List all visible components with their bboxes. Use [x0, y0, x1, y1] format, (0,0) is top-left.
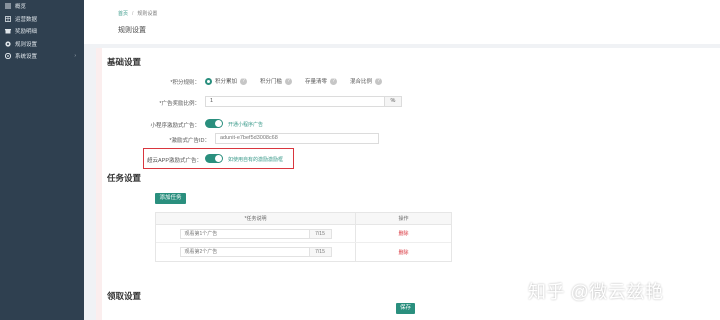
help-icon[interactable]: ? — [330, 77, 338, 85]
table-row: 观看第2个广告 7/15 删除 — [156, 243, 451, 261]
task-name-input[interactable]: 观看第1个广告 — [179, 228, 310, 239]
help-icon[interactable]: ? — [375, 77, 383, 85]
mini-program-ad-toggle[interactable] — [205, 119, 223, 128]
reward-ratio-unit: % — [384, 96, 402, 107]
radio-label: 积分累加 — [215, 79, 238, 85]
sidebar-item-label: 奖励明细 — [15, 29, 38, 36]
settings-icon — [5, 41, 11, 47]
table-row: 观看第1个广告 7/15 删除 — [156, 225, 451, 243]
sidebar-item-label: 规则设置 — [15, 41, 38, 48]
section-title-basic: 基础设置 — [107, 57, 142, 67]
radio-option-accumulate[interactable]: 积分累加 ? — [205, 77, 248, 85]
sidebar-item-rewards[interactable]: 奖励明细 — [0, 25, 84, 38]
radio-label: 积分门槛 — [260, 79, 283, 85]
task-table: *任务说明 操作 观看第1个广告 7/15 删除 观看第2个广告 7/15 删除 — [155, 212, 452, 262]
add-task-button[interactable]: 添加任务 — [155, 193, 186, 204]
action-cell: 删除 — [356, 243, 451, 261]
sidebar-item-label: 系统设置 — [15, 54, 38, 61]
radio-label: 混合比例 — [350, 79, 373, 85]
radio-selected-icon[interactable] — [205, 77, 212, 85]
page-title: 规则设置 — [118, 27, 146, 34]
radio-option-clear[interactable]: 存量清零 ? — [305, 77, 338, 85]
sidebar-item-system[interactable]: 系统设置 › — [0, 50, 84, 63]
toggle-knob — [215, 155, 222, 162]
sidebar-item-label: 运营数据 — [15, 16, 38, 23]
ad-unit-input[interactable]: adunit-e7bef5d3008c68 — [215, 133, 379, 144]
radio-option-mixed[interactable]: 混合比例 ? — [350, 77, 383, 85]
section-title-tasks: 任务设置 — [107, 173, 142, 183]
breadcrumb: 首页 / 规则设置 — [118, 10, 157, 17]
column-header-action: 操作 — [398, 216, 409, 222]
sidebar-item-operations[interactable]: 运营数据 — [0, 13, 84, 26]
mini-program-ad-hint: 开通小程序广告 — [228, 122, 264, 128]
table-icon — [5, 15, 11, 22]
sidebar-item-rules[interactable]: 规则设置 — [0, 38, 84, 51]
char-count: 7/15 — [309, 228, 332, 239]
chevron-right-icon: › — [74, 53, 76, 60]
task-name-input[interactable]: 观看第2个广告 — [179, 247, 310, 257]
radio-label: 存量清零 — [305, 79, 328, 85]
radio-option-threshold[interactable]: 积分门槛 ? — [260, 77, 293, 85]
column-header-task: *任务说明 — [156, 213, 356, 224]
app-ad-hint: 如使用自有的激励激励框 — [228, 157, 284, 163]
sidebar: 概览 运营数据 奖励明细 规则设置 系统设置 › — [0, 0, 84, 320]
content-side-strip — [96, 48, 102, 320]
reward-ratio-label: *广告奖励比例： — [159, 101, 200, 107]
app-ad-toggle[interactable] — [205, 154, 223, 163]
breadcrumb-home-link[interactable]: 首页 — [118, 11, 128, 17]
points-rule-radio-group: 积分累加 ? 积分门槛 ? 存量清零 ? 混合比例 ? — [205, 77, 395, 85]
breadcrumb-separator: / — [132, 11, 134, 17]
page-header: 首页 / 规则设置 规则设置 — [84, 0, 720, 44]
sidebar-item-label: 概览 — [15, 4, 27, 11]
list-icon — [5, 3, 11, 9]
task-cell: 观看第1个广告 7/15 — [156, 225, 356, 242]
app-ad-label: 超云APP激励式广告： — [146, 158, 202, 164]
help-icon[interactable]: ? — [285, 77, 293, 85]
mini-program-ad-label: 小程序激励式广告： — [150, 123, 200, 129]
toggle-knob — [215, 120, 222, 127]
table-header: *任务说明 操作 — [156, 213, 451, 225]
delete-link[interactable]: 删除 — [398, 249, 408, 256]
points-rule-label: *积分规则： — [170, 80, 200, 86]
sidebar-item-overview[interactable]: 概览 — [0, 0, 84, 13]
watermark-text: 知乎 @微云兹艳 — [528, 282, 664, 302]
delete-link[interactable]: 删除 — [398, 230, 408, 237]
gift-icon — [5, 28, 11, 34]
system-icon — [5, 53, 11, 60]
breadcrumb-current: 规则设置 — [137, 11, 158, 17]
section-title-claim: 领取设置 — [107, 291, 142, 301]
action-cell: 删除 — [356, 225, 451, 242]
ad-unit-label: *激励式广告ID： — [169, 138, 210, 144]
char-count: 7/15 — [309, 247, 332, 257]
help-icon[interactable]: ? — [240, 77, 248, 85]
reward-ratio-input[interactable]: 1 — [205, 96, 385, 107]
save-button[interactable]: 保存 — [396, 303, 415, 314]
task-cell: 观看第2个广告 7/15 — [156, 243, 356, 261]
